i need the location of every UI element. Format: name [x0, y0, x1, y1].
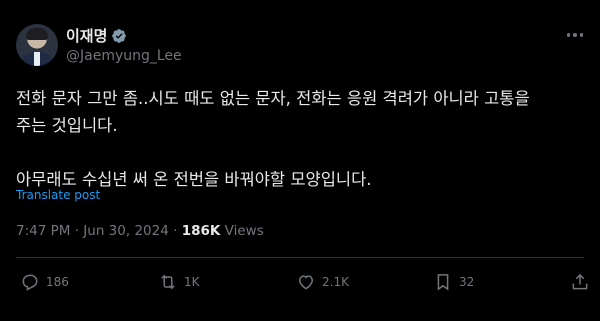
- avatar-hair: [26, 28, 48, 40]
- views-count: 186K: [181, 223, 221, 239]
- bookmark-icon: [437, 274, 449, 291]
- more-options-icon[interactable]: [564, 26, 586, 44]
- more-dot-icon: [573, 33, 577, 37]
- bookmark-button[interactable]: 32: [433, 272, 474, 292]
- reply-button[interactable]: 186: [20, 272, 69, 292]
- translate-post-link[interactable]: Translate post: [16, 188, 100, 202]
- tweet-text: 전화 문자 그만 좀..시도 때도 없는 문자, 전화는 응원 격려가 아니라 …: [16, 89, 530, 189]
- author-handle[interactable]: @Jaemyung_Lee: [66, 48, 182, 64]
- like-count: 2.1K: [322, 275, 349, 289]
- tweet-meta: 7:47 PM · Jun 30, 2024 · 186K Views: [16, 223, 264, 239]
- meta-separator: ·: [74, 223, 84, 239]
- like-button[interactable]: 2.1K: [296, 272, 349, 292]
- repost-icon: [161, 274, 175, 290]
- repost-button[interactable]: 1K: [158, 272, 200, 292]
- repost-count: 1K: [184, 275, 200, 289]
- tweet-time[interactable]: 7:47 PM: [16, 223, 70, 239]
- reply-icon: [22, 274, 38, 291]
- avatar-shirt: [34, 52, 40, 66]
- bookmark-count: 32: [459, 275, 475, 289]
- author-avatar[interactable]: [16, 24, 58, 66]
- share-button[interactable]: [570, 272, 590, 292]
- tweet-date[interactable]: Jun 30, 2024: [83, 223, 169, 239]
- meta-separator: ·: [173, 223, 182, 239]
- divider: [16, 257, 584, 258]
- more-dot-icon: [579, 33, 584, 37]
- share-icon: [572, 273, 588, 290]
- author-name-row[interactable]: 이재명: [66, 25, 127, 46]
- heart-icon: [298, 275, 314, 290]
- views-label: Views: [224, 223, 264, 239]
- more-dot-icon: [566, 33, 571, 37]
- verified-badge-icon: [112, 28, 127, 43]
- action-bar: 186 1K 2.1K 32: [0, 268, 600, 298]
- author-name[interactable]: 이재명: [66, 25, 107, 46]
- reply-count: 186: [46, 275, 69, 289]
